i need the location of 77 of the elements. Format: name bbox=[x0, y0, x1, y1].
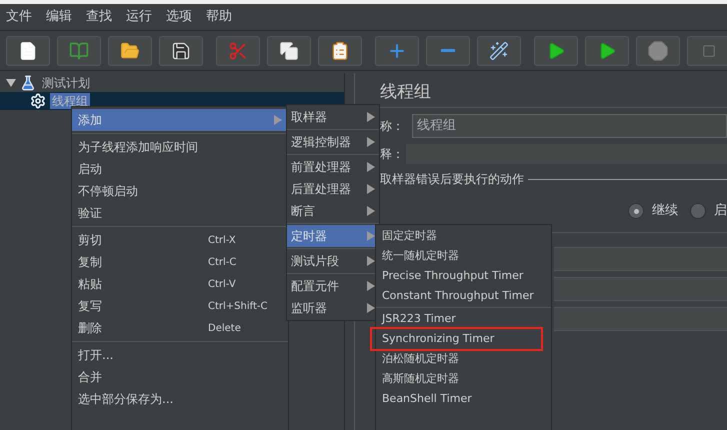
stop-icon bbox=[647, 40, 669, 62]
menu-item[interactable]: Constant Throughput Timer bbox=[376, 286, 551, 306]
menu-item[interactable]: 断言 bbox=[287, 200, 379, 222]
menu-item[interactable]: 编辑 bbox=[44, 7, 74, 27]
name-label: 称： bbox=[380, 118, 405, 135]
shortcut-text: Ctrl+Shift-C bbox=[208, 300, 268, 314]
menu-item[interactable]: 复写 Ctrl+Shift-C bbox=[72, 295, 288, 317]
flask-icon bbox=[20, 75, 36, 91]
menu-item[interactable]: 不停顿启动 bbox=[72, 180, 288, 202]
folder-icon bbox=[120, 40, 140, 60]
submenu-arrow-icon bbox=[367, 184, 375, 194]
minus-icon bbox=[441, 49, 455, 52]
square-icon bbox=[702, 44, 716, 58]
name-field[interactable]: 线程组 bbox=[412, 114, 727, 138]
menu-item[interactable]: 为子线程添加响应时间 bbox=[72, 136, 288, 158]
menu-item[interactable]: 粘贴 Ctrl-V bbox=[72, 273, 288, 295]
menu-item[interactable]: 前置处理器 bbox=[287, 156, 379, 178]
submenu-arrow-icon bbox=[367, 137, 375, 147]
menu-item[interactable]: 泊松随机定时器 bbox=[376, 349, 551, 369]
menu-item[interactable]: 添加 bbox=[72, 109, 288, 131]
gear-icon bbox=[30, 93, 46, 109]
menu-item[interactable]: 帮助 bbox=[204, 7, 234, 27]
menu-item[interactable]: 验证 bbox=[72, 202, 288, 224]
menu-item[interactable]: 取样器 bbox=[287, 106, 379, 128]
toolbar-button[interactable] bbox=[318, 36, 362, 66]
menu-item[interactable]: JSR223 Timer bbox=[376, 309, 551, 329]
comment-label: 释： bbox=[380, 146, 405, 163]
menu-item[interactable]: 剪切 Ctrl-X bbox=[72, 229, 288, 251]
save-icon bbox=[171, 40, 191, 60]
menu-item[interactable]: 选项 bbox=[164, 7, 194, 27]
cut-icon bbox=[228, 40, 248, 60]
menu-item[interactable]: 删除 Delete bbox=[72, 317, 288, 339]
menu-item[interactable]: 查找 bbox=[84, 7, 114, 27]
menu-item[interactable]: 选中部分保存为... bbox=[72, 388, 288, 410]
radio-button[interactable] bbox=[690, 203, 706, 219]
section-title: 取样器错误后要执行的动作 bbox=[380, 171, 524, 188]
submenu-arrow-icon bbox=[367, 162, 375, 172]
wand-icon bbox=[489, 40, 509, 60]
toolbar-button[interactable] bbox=[477, 36, 521, 66]
copy-icon bbox=[279, 40, 299, 60]
submenu-arrow-icon bbox=[367, 112, 375, 122]
menu-item[interactable]: Precise Throughput Timer bbox=[376, 266, 551, 286]
menu-item[interactable]: 复制 Ctrl-C bbox=[72, 251, 288, 273]
shortcut-text: Ctrl-V bbox=[208, 278, 237, 292]
menu-item[interactable]: BeanShell Timer bbox=[376, 389, 551, 409]
menu-item[interactable]: 合并 bbox=[72, 366, 288, 388]
menu-item[interactable]: 统一随机定时器 bbox=[376, 246, 551, 266]
books-icon bbox=[69, 40, 89, 60]
menu-item[interactable]: 文件 bbox=[4, 7, 34, 27]
radio-label: 继续 bbox=[652, 202, 678, 220]
radio-button[interactable] bbox=[628, 203, 644, 219]
document-icon bbox=[18, 40, 38, 60]
tree-item[interactable]: 测试计划 bbox=[40, 75, 92, 91]
shortcut-text: Delete bbox=[208, 322, 242, 336]
menu-item[interactable]: 运行 bbox=[124, 7, 154, 27]
toolbar-button[interactable] bbox=[159, 36, 203, 66]
menu-item[interactable]: 打开... bbox=[72, 344, 288, 366]
menu-item[interactable]: 逻辑控制器 bbox=[287, 131, 379, 153]
toolbar-button[interactable] bbox=[585, 36, 629, 66]
panel-title: 线程组 bbox=[380, 81, 432, 104]
text-field[interactable] bbox=[554, 247, 727, 271]
shortcut-text: Ctrl-C bbox=[208, 256, 238, 270]
toolbar-button[interactable] bbox=[267, 36, 311, 66]
toolbar-button[interactable] bbox=[6, 36, 50, 66]
menu-item[interactable]: 启动 bbox=[72, 158, 288, 180]
text-field[interactable] bbox=[554, 307, 727, 331]
paste-icon bbox=[330, 40, 350, 60]
text-field[interactable] bbox=[554, 277, 727, 301]
menu-item[interactable]: 后置处理器 bbox=[287, 178, 379, 200]
shortcut-text: Ctrl-X bbox=[208, 234, 237, 248]
menu-item[interactable]: Synchronizing Timer bbox=[372, 329, 541, 349]
menu-item[interactable]: 固定定时器 bbox=[376, 226, 551, 246]
menu-item[interactable]: 高斯随机定时器 bbox=[376, 369, 551, 389]
submenu-arrow-icon bbox=[367, 206, 375, 216]
toolbar-button[interactable] bbox=[534, 36, 578, 66]
radio-label: 启 bbox=[714, 202, 727, 220]
toolbar-button[interactable] bbox=[108, 36, 152, 66]
